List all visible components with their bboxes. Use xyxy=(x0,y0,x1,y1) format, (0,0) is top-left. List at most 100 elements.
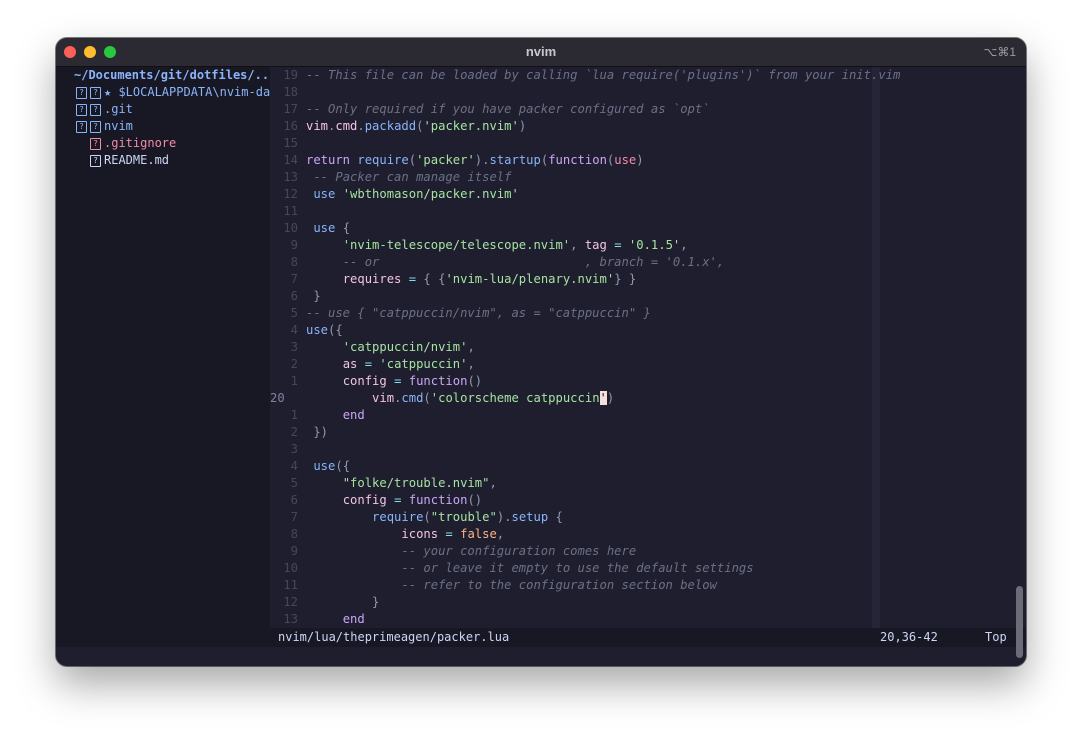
code-line[interactable]: 2 }) xyxy=(270,424,880,441)
code-token: , xyxy=(467,357,475,371)
code-line[interactable]: 17 -- Only required if you have packer co… xyxy=(270,101,880,118)
code-line[interactable]: 13 end xyxy=(270,611,880,628)
code-token: = xyxy=(614,238,629,252)
code-token: function xyxy=(408,493,468,507)
code-line[interactable]: 1 config = function() xyxy=(270,373,880,390)
code-line[interactable]: 18 xyxy=(270,84,880,101)
code-token: cmd xyxy=(401,391,424,405)
code-line[interactable]: 5 "folke/trouble.nvim", xyxy=(270,475,880,492)
code-token: 'packer' xyxy=(416,153,475,167)
line-number: 3 xyxy=(290,442,298,456)
code-token: ) xyxy=(636,153,644,167)
code-line[interactable]: 13 -- Packer can manage itself xyxy=(270,169,880,186)
command-line[interactable] xyxy=(56,647,1026,666)
code-line[interactable]: 1 end xyxy=(270,407,880,424)
code-line[interactable]: 10 use { xyxy=(270,220,880,237)
code-token: config xyxy=(342,374,395,388)
code-line[interactable]: 4 use({ xyxy=(270,322,880,339)
unknown-glyph-icon: ? xyxy=(76,86,87,99)
code-line[interactable]: 11 -- refer to the configuration section… xyxy=(270,577,880,594)
code-token: ). xyxy=(496,510,512,524)
line-number: 7 xyxy=(290,510,298,524)
code-line[interactable]: 11 xyxy=(270,203,880,220)
line-code: end xyxy=(306,408,365,422)
code-token: } xyxy=(313,289,321,303)
line-code: -- Only required if you have packer conf… xyxy=(306,102,710,116)
tree-item-label: README.md xyxy=(104,153,170,167)
unknown-glyph-icon: ? xyxy=(76,103,87,116)
line-number: 1 xyxy=(290,408,298,422)
code-token: = xyxy=(364,357,380,371)
current-code-line[interactable]: 20 vim.cmd('colorscheme catppuccin') xyxy=(270,390,880,407)
line-number: 2 xyxy=(290,357,298,371)
code-token: { xyxy=(555,510,563,524)
status-file-path: nvim/lua/theprimeagen/packer.lua xyxy=(278,630,510,644)
code-line[interactable]: 8 icons = false, xyxy=(270,526,880,543)
code-line[interactable]: 9 -- your configuration comes here xyxy=(270,543,880,560)
code-token: , xyxy=(680,238,688,252)
code-line[interactable]: 3 'catppuccin/nvim', xyxy=(270,339,880,356)
code-token: -- or , branch = '0.1.x', xyxy=(342,255,725,269)
code-token: () xyxy=(467,493,483,507)
tree-item[interactable]: ?? .git xyxy=(76,101,133,118)
title-bar: nvim ⌥⌘1 xyxy=(56,38,1026,67)
code-token: use xyxy=(313,459,336,473)
line-code: vim.cmd.packadd('packer.nvim') xyxy=(306,119,526,133)
code-line[interactable]: 7 requires = { {'nvim-lua/plenary.nvim'}… xyxy=(270,271,880,288)
code-line[interactable]: 9 'nvim-telescope/telescope.nvim', tag =… xyxy=(270,237,880,254)
line-code: require("trouble").setup { xyxy=(306,510,563,524)
code-line[interactable]: 12 use 'wbthomason/packer.nvim' xyxy=(270,186,880,203)
window-shortcut: ⌥⌘1 xyxy=(983,45,1016,59)
line-number: 13 xyxy=(283,612,298,626)
code-token: function xyxy=(408,374,468,388)
tree-item-label: .git xyxy=(104,102,133,116)
tree-item[interactable]: ? README.md xyxy=(90,152,169,169)
code-token: -- refer to the configuration section be… xyxy=(401,578,717,592)
code-line[interactable]: 5 -- use { "catppuccin/nvim", as = "catpp… xyxy=(270,305,880,322)
code-line[interactable]: 6 config = function() xyxy=(270,492,880,509)
line-number: 4 xyxy=(290,459,298,473)
code-line[interactable]: 14 return require('packer').startup(funct… xyxy=(270,152,880,169)
code-line[interactable]: 2 as = 'catppuccin', xyxy=(270,356,880,373)
code-line[interactable]: 12 } xyxy=(270,594,880,611)
line-number: 4 xyxy=(290,323,298,337)
code-token: = xyxy=(445,527,461,541)
code-line[interactable]: 19 -- This file can be loaded by calling … xyxy=(270,67,900,84)
code-token: ( xyxy=(408,153,417,167)
tree-item[interactable]: ? .gitignore xyxy=(90,135,176,152)
code-token: -- use { "catppuccin/nvim", as = "catppu… xyxy=(306,306,651,320)
code-line[interactable]: 3 xyxy=(270,441,880,458)
code-line[interactable]: 8 -- or , branch = '0.1.x', xyxy=(270,254,880,271)
terminal-window: nvim ⌥⌘1 ~/Documents/git/dotfiles/.. ?? ★… xyxy=(56,38,1026,666)
window-scrollbar[interactable] xyxy=(1016,586,1023,658)
line-code: requires = { {'nvim-lua/plenary.nvim'} } xyxy=(306,272,637,286)
code-token: , xyxy=(570,238,585,252)
code-line[interactable]: 6 } xyxy=(270,288,880,305)
tree-item[interactable]: ?? ★ $LOCALAPPDATA\nvim-dat xyxy=(76,84,270,101)
code-token: vim xyxy=(306,119,329,133)
code-line[interactable]: 16 vim.cmd.packadd('packer.nvim') xyxy=(270,118,880,135)
code-line[interactable]: 15 xyxy=(270,135,880,152)
file-tree[interactable]: ~/Documents/git/dotfiles/.. ?? ★ $LOCALAP… xyxy=(56,67,270,647)
line-number: 5 xyxy=(290,476,298,490)
code-line[interactable]: 7 require("trouble").setup { xyxy=(270,509,880,526)
tree-item[interactable]: ?? nvim xyxy=(76,118,133,135)
line-code: 'catppuccin/nvim', xyxy=(306,340,475,354)
code-token: -- Only required if you have packer conf… xyxy=(306,102,710,116)
code-token: }) xyxy=(313,425,329,439)
code-line[interactable]: 10 -- or leave it empty to use the defau… xyxy=(270,560,880,577)
tree-item-label: ★ $LOCALAPPDATA\nvim-dat xyxy=(104,85,270,99)
code-editor[interactable]: 19 -- This file can be loaded by calling … xyxy=(270,67,1026,647)
tree-root-path[interactable]: ~/Documents/git/dotfiles/.. xyxy=(74,67,269,84)
code-line[interactable]: 4 use({ xyxy=(270,458,880,475)
tree-item-label: .gitignore xyxy=(104,136,177,150)
code-token: () xyxy=(467,374,483,388)
code-token: } } xyxy=(614,272,637,286)
